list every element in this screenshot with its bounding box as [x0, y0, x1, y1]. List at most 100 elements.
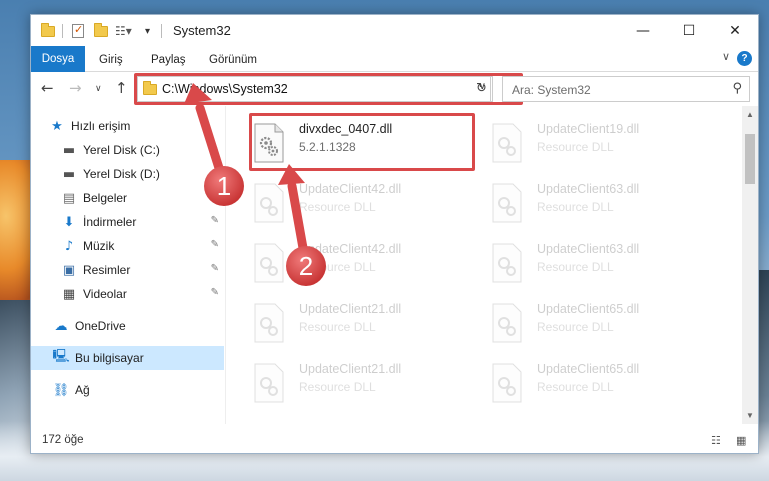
vertical-scrollbar[interactable]: ▲ ▼: [742, 106, 758, 424]
quick-access-customize-icon[interactable]: ☷▾: [115, 23, 132, 39]
sidebar-item-quick-access[interactable]: ★ Hızlı erişim: [49, 114, 225, 138]
pin-icon: ✎: [210, 287, 219, 298]
address-highlight-box: [134, 73, 523, 105]
tiles-view-icon[interactable]: ▦: [736, 434, 746, 447]
search-placeholder: Ara: System32: [512, 83, 591, 97]
pin-icon: ✎: [210, 239, 219, 250]
title-separator: [161, 24, 162, 38]
scroll-thumb[interactable]: [745, 134, 755, 184]
file-description: Resource DLL: [537, 200, 614, 214]
ribbon-tabs: Dosya Giriş Paylaş Görünüm ∨ ?: [31, 46, 758, 72]
sidebar-item-local-disk-d[interactable]: ▬ Yerel Disk (D:): [61, 162, 225, 186]
minimize-button[interactable]: —: [620, 15, 666, 46]
download-icon: ⬇: [63, 214, 75, 230]
sidebar-item-label: Ağ: [75, 383, 90, 397]
tab-share[interactable]: Paylaş: [149, 50, 188, 72]
tab-home[interactable]: Giriş: [97, 50, 125, 72]
file-item[interactable]: UpdateClient19.dll Resource DLL: [465, 112, 695, 172]
item-count: 172 öğe: [42, 434, 84, 446]
file-description: Resource DLL: [537, 140, 614, 154]
file-description: Resource DLL: [537, 380, 614, 394]
sidebar-item-pictures[interactable]: ▣ Resimler ✎: [61, 258, 225, 282]
navigation-bar: ← → ∨ ↑ C:\Windows\System32 ∨ ↻ Ara: Sys…: [31, 72, 758, 106]
file-item[interactable]: UpdateClient63.dll Resource DLL: [465, 232, 695, 292]
dll-file-icon: [492, 123, 522, 163]
file-name: UpdateClient63.dll: [537, 182, 640, 196]
search-icon[interactable]: ⚲: [732, 81, 742, 96]
dll-file-icon: [492, 363, 522, 403]
drive-icon: ▬: [62, 166, 76, 182]
file-name: UpdateClient21.dll: [299, 362, 402, 376]
sidebar-item-downloads[interactable]: ⬇ İndirmeler ✎: [61, 210, 225, 234]
sidebar-item-music[interactable]: ♪ Müzik ✎: [61, 234, 225, 258]
sidebar-item-documents[interactable]: ▤ Belgeler ✎: [61, 186, 225, 210]
file-item[interactable]: UpdateClient21.dll Resource DLL: [227, 352, 457, 412]
tab-file[interactable]: Dosya: [31, 46, 85, 72]
up-button[interactable]: ↑: [115, 79, 128, 97]
sidebar-item-label: Hızlı erişim: [71, 119, 131, 133]
back-button[interactable]: ←: [41, 79, 54, 97]
recent-locations-button[interactable]: ∨: [95, 84, 102, 94]
dll-file-icon: [254, 303, 284, 343]
documents-icon: ▤: [62, 190, 76, 206]
window-title: System32: [173, 23, 231, 38]
quick-access-folder-icon[interactable]: [41, 22, 55, 39]
file-name: UpdateClient42.dll: [299, 182, 402, 196]
sidebar-item-this-pc[interactable]: 🖳 Bu bilgisayar: [31, 346, 224, 370]
help-icon[interactable]: ?: [737, 51, 752, 66]
ribbon-expand-icon[interactable]: ∨: [722, 50, 730, 63]
sidebar-item-label: İndirmeler: [83, 215, 137, 229]
file-description: Resource DLL: [299, 380, 376, 394]
sidebar-item-label: Müzik: [83, 239, 115, 253]
sidebar-item-label: Yerel Disk (C:): [83, 143, 160, 157]
file-name: UpdateClient63.dll: [537, 242, 640, 256]
sidebar-item-network[interactable]: ⛓ Ağ: [53, 378, 225, 402]
pin-icon: ✎: [210, 191, 219, 202]
file-item[interactable]: UpdateClient65.dll Resource DLL: [465, 292, 695, 352]
toolbar-separator: [62, 24, 63, 38]
pictures-icon: ▣: [62, 262, 76, 278]
sidebar-item-videos[interactable]: ▦ Videolar ✎: [61, 282, 225, 306]
pin-icon: ✎: [210, 143, 219, 154]
sidebar-item-label: Yerel Disk (D:): [83, 167, 160, 181]
forward-button[interactable]: →: [69, 79, 82, 97]
dll-file-icon: [492, 243, 522, 283]
sidebar-item-local-disk-c[interactable]: ▬ Yerel Disk (C:) ✎: [61, 138, 225, 162]
explorer-window: ☷▾ ▾ System32 — ☐ ✕ Dosya Giriş Paylaş G…: [30, 14, 759, 454]
search-box[interactable]: Ara: System32 ⚲: [502, 76, 750, 102]
tab-view[interactable]: Görünüm: [207, 50, 259, 72]
sidebar-item-label: Belgeler: [83, 191, 128, 205]
file-name: UpdateClient65.dll: [537, 362, 640, 376]
music-icon: ♪: [64, 238, 74, 254]
quick-access-dropdown-icon[interactable]: ▾: [145, 23, 150, 39]
file-description: Resource DLL: [537, 320, 614, 334]
file-item[interactable]: UpdateClient42.dll Resource DLL: [227, 232, 457, 292]
navigation-pane: ★ Hızlı erişim ▬ Yerel Disk (C:) ✎ ▬ Yer…: [31, 106, 225, 424]
file-description: Resource DLL: [299, 320, 376, 334]
star-icon: ★: [51, 118, 63, 134]
maximize-button[interactable]: ☐: [666, 15, 712, 46]
cloud-icon: ☁: [54, 318, 68, 334]
drive-icon: ▬: [62, 142, 76, 158]
pin-icon: ✎: [210, 215, 219, 226]
dll-file-icon: [254, 363, 284, 403]
file-name: UpdateClient19.dll: [537, 122, 640, 136]
status-bar: 172 öğe ☷ ▦: [31, 425, 758, 453]
scroll-down-icon[interactable]: ▼: [746, 411, 754, 420]
sidebar-item-onedrive[interactable]: ☁ OneDrive: [53, 314, 225, 338]
dll-file-icon: [254, 243, 284, 283]
network-icon: ⛓: [52, 382, 70, 398]
file-item[interactable]: UpdateClient63.dll Resource DLL: [465, 172, 695, 232]
sidebar-item-label: OneDrive: [75, 319, 126, 333]
sidebar-item-label: Bu bilgisayar: [75, 351, 144, 365]
file-item[interactable]: UpdateClient42.dll Resource DLL: [227, 172, 457, 232]
close-button[interactable]: ✕: [712, 15, 758, 46]
new-folder-icon[interactable]: [94, 22, 108, 39]
title-bar: ☷▾ ▾ System32 — ☐ ✕: [31, 15, 758, 46]
file-item[interactable]: UpdateClient65.dll Resource DLL: [465, 352, 695, 412]
scroll-up-icon[interactable]: ▲: [746, 110, 754, 119]
properties-icon[interactable]: [72, 23, 84, 39]
pane-divider[interactable]: [225, 106, 226, 424]
file-item[interactable]: UpdateClient21.dll Resource DLL: [227, 292, 457, 352]
details-view-icon[interactable]: ☷: [711, 434, 721, 447]
